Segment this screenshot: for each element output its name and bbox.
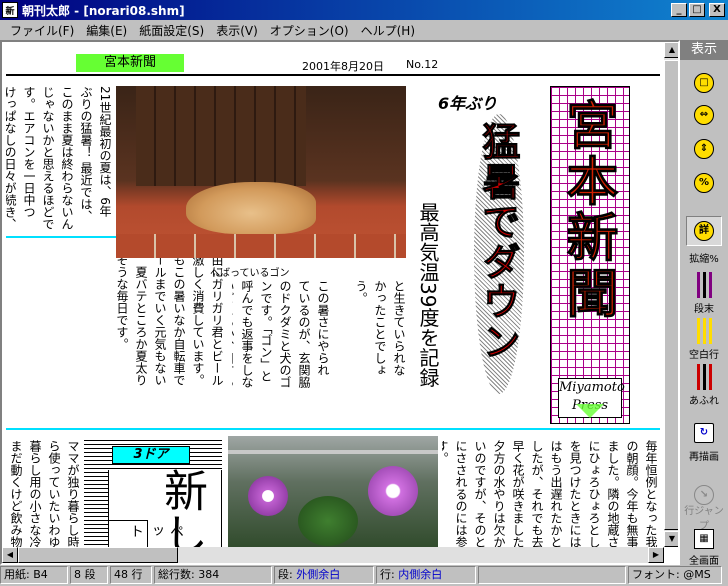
scroll-up-arrow-icon[interactable]: ▲ bbox=[664, 42, 678, 58]
header-issue: No.12 bbox=[406, 58, 439, 71]
article2-column-left[interactable]: ママが独り暮らし時代か ら使っていたいわゆる独り 暮らし用の小さな冷蔵庫、 まだ… bbox=[6, 440, 82, 550]
maximize-button[interactable]: □ bbox=[689, 3, 705, 17]
status-col-label: 段: bbox=[278, 568, 293, 581]
vertical-scrollbar[interactable]: ▲ ▼ bbox=[664, 42, 678, 547]
photo-door bbox=[136, 86, 306, 186]
scroll-down-arrow-icon[interactable]: ▼ bbox=[664, 531, 678, 547]
section-rule bbox=[6, 428, 660, 430]
tool-panel-header: 表示 bbox=[680, 40, 728, 60]
full-screen-label: 全画面 bbox=[689, 556, 719, 567]
status-row-margin: 行: 内側余白 bbox=[376, 566, 476, 584]
article1-column-top[interactable]: 21世紀最初の夏は、6年 ぶりの猛暑！ 最近では、 このまま夏は終わらないん じ… bbox=[6, 86, 114, 234]
status-bar: 用紙: B4 8 段 48 行 総行数: 384 段: 外側余白 行: 内側余白… bbox=[0, 566, 728, 586]
menu-edit[interactable]: 編集(E) bbox=[80, 22, 133, 39]
photo-leaf bbox=[298, 496, 358, 546]
document-workspace[interactable]: 宮本新聞 2001年8月20日 No.12 21世紀最初の夏は、6年 ぶりの猛暑… bbox=[0, 40, 680, 565]
status-lines: 48 行 bbox=[110, 566, 152, 584]
status-spacer bbox=[478, 566, 626, 584]
horizontal-scrollbar[interactable]: ◀ ▶ bbox=[2, 547, 664, 563]
detail-icon: 詳 bbox=[694, 221, 714, 241]
headline-main: 猛暑でダウン bbox=[476, 122, 521, 363]
zoom-detail-tool[interactable]: 詳 bbox=[686, 216, 722, 246]
article1-column-bottom[interactable]: 理由にガリガリ君とビール を激しく消費しています。 でもこの暑いなか自転車で プ… bbox=[6, 242, 226, 392]
scroll-left-arrow-icon[interactable]: ◀ bbox=[2, 547, 18, 563]
status-column-margin: 段: 外側余白 bbox=[274, 566, 374, 584]
menu-view[interactable]: 表示(V) bbox=[210, 22, 264, 39]
vertical-scroll-thumb[interactable] bbox=[664, 60, 678, 530]
hatch-bar bbox=[84, 440, 108, 550]
article1-column-right[interactable]: と生きていられな かったことでしょ う。 この暑さにやられ ているのが、玄関脇 … bbox=[232, 280, 408, 424]
zoom-width-tool[interactable]: ⇔ bbox=[686, 100, 722, 130]
height-fit-icon: ⇕ bbox=[694, 139, 714, 159]
menu-help[interactable]: ヘルプ(H) bbox=[355, 22, 421, 39]
zoom-percent-tool[interactable]: % bbox=[686, 168, 722, 198]
headline-subhead: 最高気温39度を記録 bbox=[416, 202, 440, 388]
column-rule bbox=[6, 236, 116, 238]
feature-tag: 3ドア bbox=[112, 446, 190, 464]
close-button[interactable]: X bbox=[709, 3, 725, 17]
full-screen-icon: ▦ bbox=[694, 529, 714, 549]
column-end-label: 段末 bbox=[694, 304, 714, 315]
photo-flower-2 bbox=[368, 466, 418, 516]
photo-flower-1 bbox=[248, 476, 288, 516]
status-col-value[interactable]: 外側余白 bbox=[296, 568, 340, 581]
masthead-title: 宮本新聞 bbox=[557, 98, 619, 323]
dog-photo[interactable] bbox=[116, 86, 406, 258]
zoom-page-tool[interactable]: □ bbox=[686, 68, 722, 98]
newspaper-page[interactable]: 宮本新聞 2001年8月20日 No.12 21世紀最初の夏は、6年 ぶりの猛暑… bbox=[6, 42, 660, 563]
headline-kicker: 6年ぶり bbox=[438, 94, 498, 113]
app-icon: 新 bbox=[2, 2, 18, 18]
status-font: フォント: @MS bbox=[628, 566, 722, 584]
redraw-icon: ↻ bbox=[694, 423, 714, 443]
view-tool-panel: 表示 □ ⇔ ⇕ % 詳 拡縮% 段末 空白行 あふれ ↻ 再描画 ↘ 行ジャン… bbox=[680, 40, 728, 567]
header-date: 2001年8月20日 bbox=[302, 60, 384, 73]
masthead-triangle bbox=[576, 404, 604, 418]
window-controls: _ □ X bbox=[671, 3, 725, 17]
horizontal-scroll-thumb[interactable] bbox=[18, 547, 178, 563]
blank-line-label: 空白行 bbox=[689, 350, 719, 361]
scroll-right-arrow-icon[interactable]: ▶ bbox=[648, 547, 664, 563]
zoom-height-tool[interactable]: ⇕ bbox=[686, 134, 722, 164]
window-title: 朝刊太郎 - [norari08.shm] bbox=[22, 3, 185, 18]
overflow-icon[interactable] bbox=[692, 364, 716, 390]
zoom-label: 拡縮% bbox=[689, 254, 719, 265]
dog-photo-caption: へばっているゴン bbox=[210, 268, 290, 279]
menu-file[interactable]: ファイル(F) bbox=[4, 22, 80, 39]
morning-glory-photo[interactable] bbox=[228, 436, 438, 550]
menu-options[interactable]: オプション(O) bbox=[264, 22, 355, 39]
column-end-icon[interactable] bbox=[692, 272, 716, 298]
title-bar: 新 朝刊太郎 - [norari08.shm] _ □ X bbox=[0, 0, 728, 20]
status-row-value[interactable]: 内側余白 bbox=[398, 568, 442, 581]
menu-paper-settings[interactable]: 紙面設定(S) bbox=[133, 22, 210, 39]
photo-rail bbox=[228, 450, 438, 454]
article2-column-right[interactable]: 毎年恒例となった我が家 の朝顔。今年も無事に咲き ました。隣の地蔵さんの庭 にひ… bbox=[442, 440, 660, 550]
status-row-label: 行: bbox=[380, 568, 395, 581]
width-fit-icon: ⇔ bbox=[694, 105, 714, 125]
header-paper-name: 宮本新聞 bbox=[76, 54, 184, 72]
photo-dog-shape bbox=[186, 182, 316, 234]
percent-icon: % bbox=[694, 173, 714, 193]
full-screen-tool[interactable]: ▦ bbox=[686, 524, 722, 554]
status-paper: 用紙: B4 bbox=[0, 566, 68, 584]
header-rule bbox=[6, 74, 660, 76]
menu-bar: ファイル(F) 編集(E) 紙面設定(S) 表示(V) オプション(O) ヘルプ… bbox=[0, 20, 728, 40]
redraw-label: 再描画 bbox=[689, 452, 719, 463]
blank-line-icon[interactable] bbox=[692, 318, 716, 344]
photo-brick bbox=[116, 234, 406, 258]
pet-label: ペット bbox=[128, 524, 184, 538]
redraw-tool[interactable]: ↻ bbox=[686, 418, 722, 448]
minimize-button[interactable]: _ bbox=[671, 3, 687, 17]
overflow-label: あふれ bbox=[689, 396, 719, 407]
status-total: 総行数: 384 bbox=[154, 566, 272, 584]
page-fit-icon: □ bbox=[694, 73, 714, 93]
status-columns: 8 段 bbox=[70, 566, 108, 584]
